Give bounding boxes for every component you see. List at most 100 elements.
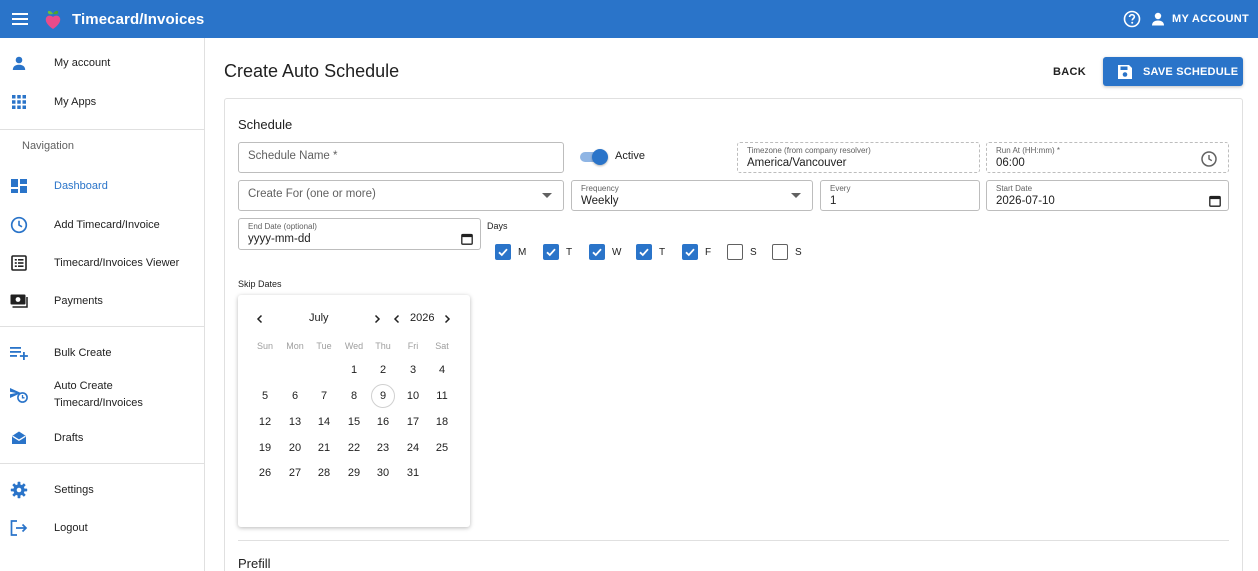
sidebar-item-viewer[interactable]: Timecard/Invoices Viewer — [0, 254, 204, 272]
calendar-day[interactable]: 25 — [430, 436, 454, 460]
calendar-day[interactable]: 29 — [342, 461, 366, 485]
calendar-day[interactable]: 14 — [312, 410, 336, 434]
day-checkbox-6[interactable]: S — [772, 244, 802, 260]
day-checkbox-2[interactable]: W — [589, 244, 621, 260]
calendar-day[interactable]: 20 — [283, 436, 307, 460]
checkbox-unchecked-icon[interactable] — [772, 244, 788, 260]
weekday-header: Wed — [344, 341, 364, 351]
calendar-day[interactable]: 23 — [371, 436, 395, 460]
calendar-day[interactable]: 7 — [312, 384, 336, 408]
schedule-name-input[interactable]: Schedule Name * — [238, 142, 564, 173]
sidebar-item-add-timecard[interactable]: Add Timecard/Invoice — [0, 216, 204, 234]
frequency-select[interactable]: Frequency Weekly — [571, 180, 813, 211]
sidebar-item-settings[interactable]: Settings — [0, 481, 204, 499]
day-checkbox-4[interactable]: F — [682, 244, 711, 260]
calendar-day[interactable]: 19 — [253, 436, 277, 460]
calendar-day[interactable]: 16 — [371, 410, 395, 434]
schedule-send-icon — [10, 386, 28, 404]
sidebar-item-auto-create[interactable]: Auto Create Timecard/Invoices — [0, 377, 204, 413]
calendar-day[interactable]: 28 — [312, 461, 336, 485]
day-checkbox-0[interactable]: M — [495, 244, 526, 260]
page-title: Create Auto Schedule — [224, 61, 400, 81]
calendar-day[interactable]: 26 — [253, 461, 277, 485]
end-date-input[interactable]: End Date (optional) yyyy-mm-dd — [238, 218, 481, 250]
calendar-day[interactable]: 22 — [342, 436, 366, 460]
day-checkbox-3[interactable]: T — [636, 244, 665, 260]
end-date-label: End Date (optional) — [248, 222, 317, 231]
day-checkbox-5[interactable]: S — [727, 244, 757, 260]
prev-year-icon[interactable] — [391, 313, 403, 325]
drafts-icon — [10, 429, 28, 447]
calendar-day[interactable]: 4 — [430, 358, 454, 382]
active-toggle[interactable] — [579, 148, 609, 166]
sidebar-item-payments[interactable]: Payments — [0, 292, 204, 310]
end-date-value: yyyy-mm-dd — [248, 233, 311, 245]
prefill-section-title: Prefill — [238, 556, 271, 571]
calendar-day[interactable]: 17 — [401, 410, 425, 434]
calendar-day[interactable]: 30 — [371, 461, 395, 485]
calendar-day[interactable]: 18 — [430, 410, 454, 434]
calendar-icon[interactable] — [1209, 195, 1221, 207]
sidebar-item-logout[interactable]: Logout — [0, 519, 204, 537]
card-divider — [238, 540, 1229, 541]
checkbox-checked-icon[interactable] — [636, 244, 652, 260]
calendar-icon[interactable] — [461, 233, 473, 245]
calendar-day[interactable]: 2 — [371, 358, 395, 382]
calendar-day[interactable]: 10 — [401, 384, 425, 408]
active-toggle-label: Active — [615, 150, 645, 162]
calendar-day[interactable]: 3 — [401, 358, 425, 382]
next-month-icon[interactable] — [371, 313, 383, 325]
every-input[interactable]: Every 1 — [820, 180, 980, 211]
calendar-day[interactable]: 24 — [401, 436, 425, 460]
every-label: Every — [830, 184, 851, 193]
calendar-day[interactable]: 6 — [283, 384, 307, 408]
sidebar-item-dashboard[interactable]: Dashboard — [0, 177, 204, 195]
sidebar-item-label: Auto Create Timecard/Invoices — [54, 380, 143, 409]
schedule-section-title: Schedule — [238, 117, 293, 132]
day-label: F — [705, 246, 712, 258]
calendar-day[interactable]: 12 — [253, 410, 277, 434]
hamburger-menu-icon[interactable] — [1, 0, 39, 38]
checkbox-checked-icon[interactable] — [589, 244, 605, 260]
prev-month-icon[interactable] — [254, 313, 266, 325]
frequency-value: Weekly — [581, 195, 619, 207]
calendar-day[interactable]: 15 — [342, 410, 366, 434]
calendar-day[interactable]: 21 — [312, 436, 336, 460]
calendar-day[interactable]: 27 — [283, 461, 307, 485]
calendar-day[interactable]: 11 — [430, 384, 454, 408]
weekday-header: Mon — [286, 341, 304, 351]
next-year-icon[interactable] — [441, 313, 453, 325]
sidebar-item-drafts[interactable]: Drafts — [0, 429, 204, 447]
create-for-select[interactable]: Create For (one or more) — [238, 180, 564, 211]
sidebar-item-my-apps[interactable]: My Apps — [0, 93, 204, 111]
calendar-day[interactable]: 1 — [342, 358, 366, 382]
frequency-label: Frequency — [581, 184, 619, 193]
checkbox-checked-icon[interactable] — [543, 244, 559, 260]
my-account-button[interactable]: MY ACCOUNT — [1150, 11, 1249, 27]
list-icon — [10, 254, 28, 272]
run-at-field[interactable]: Run At (HH:mm) * 06:00 — [986, 142, 1229, 173]
checkbox-checked-icon[interactable] — [495, 244, 511, 260]
help-icon[interactable] — [1122, 9, 1142, 29]
account-person-icon — [1152, 12, 1165, 26]
day-checkbox-1[interactable]: T — [543, 244, 572, 260]
sidebar-item-my-account[interactable]: My account — [0, 54, 204, 72]
sidebar-item-label: Timecard/Invoices Viewer — [54, 256, 180, 269]
checkbox-checked-icon[interactable] — [682, 244, 698, 260]
calendar-month-label[interactable]: July — [309, 312, 329, 324]
clock-icon[interactable] — [1200, 150, 1218, 168]
app-title: Timecard/Invoices — [72, 10, 205, 28]
start-date-input[interactable]: Start Date 2026-07-10 — [986, 180, 1229, 211]
save-schedule-button[interactable]: SAVE SCHEDULE — [1103, 57, 1243, 86]
sidebar-item-bulk-create[interactable]: Bulk Create — [0, 344, 204, 362]
day-label: W — [612, 246, 622, 258]
calendar-day-today[interactable]: 9 — [371, 384, 395, 408]
checkbox-unchecked-icon[interactable] — [727, 244, 743, 260]
calendar-day[interactable]: 5 — [253, 384, 277, 408]
calendar-day[interactable]: 8 — [342, 384, 366, 408]
calendar-day[interactable]: 13 — [283, 410, 307, 434]
calendar-day[interactable]: 31 — [401, 461, 425, 485]
schedule-name-placeholder: Schedule Name * — [248, 150, 338, 162]
back-button[interactable]: BACK — [1045, 57, 1094, 86]
calendar-year-label[interactable]: 2026 — [410, 312, 434, 324]
